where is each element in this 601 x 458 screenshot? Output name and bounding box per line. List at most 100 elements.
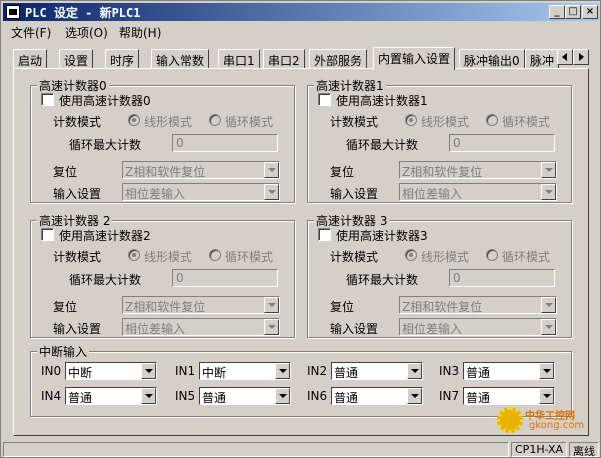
in5-value: 普通 [202,391,227,405]
gear-icon [497,407,523,433]
counter-0-linear-label: 线形模式 [144,115,193,129]
in1-label: IN1 [175,364,196,378]
chevron-down-icon[interactable] [264,162,279,178]
counter-1-count-mode-label: 计数模式 [330,115,379,129]
counter-2-linear-radio[interactable] [128,249,140,261]
in6-label: IN6 [307,389,328,403]
in0-label: IN0 [41,364,62,378]
builtin-input-panel: 高速计数器0 使用高速计数器0 计数模式 线形模式 循环模式 循环最大计数 0 … [13,68,589,436]
counter-0-reset-value: Z相和软件复位 [125,165,206,179]
tab-strip: 启动 设置 时序 输入常数 串口1 串口2 外部服务 内置输入设置 脉冲输出0 … [13,47,589,70]
maximize-button[interactable]: □ [565,5,581,19]
counter-0-count-mode-label: 计数模式 [53,115,102,129]
tab-pulse-output-1[interactable]: 脉冲 [525,49,559,69]
interrupt-input-title: 中断输入 [37,343,90,360]
counter-1-reset-select[interactable]: Z相和软件复位 [399,161,557,179]
tab-serial-port-2[interactable]: 串口2 [263,49,305,69]
counter-1-ring-max-field[interactable]: 0 [449,134,555,152]
counter-0-linear-radio[interactable] [128,114,140,126]
in2-label: IN2 [307,364,328,378]
chevron-down-icon[interactable] [539,388,554,404]
chevron-down-icon[interactable] [275,388,290,404]
chevron-down-icon[interactable] [275,363,290,379]
counter-0-ring-max-label: 循环最大计数 [69,138,142,152]
counter-3-ring-max-field[interactable]: 0 [449,269,555,287]
counter-2-enable-checkbox[interactable] [41,228,54,241]
counter-1-ring-radio[interactable] [486,114,498,126]
tab-settings[interactable]: 设置 [59,49,94,69]
menu-help[interactable]: 帮助(H) [119,24,161,41]
counter-1-reset-label: 复位 [330,165,355,179]
in5-label: IN5 [175,389,196,403]
close-button[interactable]: × [582,5,598,19]
tab-pulse-output-0[interactable]: 脉冲输出0 [459,49,525,69]
counter-1-input-select[interactable]: 相位差输入 [399,183,557,201]
tab-builtin-input[interactable]: 内置输入设置 [373,47,456,70]
tab-timing[interactable]: 时序 [105,49,140,69]
chevron-down-icon[interactable] [264,184,279,200]
title-bar[interactable]: PLC 设定 - 新PLC1 _ □ × [3,3,599,21]
counter-3-ring-radio[interactable] [486,249,498,261]
counter-1-linear-radio[interactable] [405,114,417,126]
counter-3-enable-label: 使用高速计数器3 [336,229,428,243]
tab-input-constants[interactable]: 输入常数 [151,49,210,69]
in0-select[interactable]: 中断 [65,362,157,380]
chevron-down-icon[interactable] [541,184,556,200]
in1-select[interactable]: 中断 [199,362,291,380]
counter-0-ring-radio[interactable] [209,114,221,126]
counter-0-ring-label: 循环模式 [225,115,274,129]
chevron-down-icon[interactable] [407,363,422,379]
tab-external-service[interactable]: 外部服务 [309,49,368,69]
tab-scroll [557,49,589,65]
counter-3-linear-radio[interactable] [405,249,417,261]
in6-select[interactable]: 普通 [331,387,423,405]
in2-select[interactable]: 普通 [331,362,423,380]
in7-value: 普通 [466,391,491,405]
status-bar: CP1H-XA 离线 [3,441,599,458]
counter-2-reset-value: Z相和软件复位 [125,300,206,314]
in4-select[interactable]: 普通 [65,387,157,405]
tab-scroll-right-button[interactable] [573,49,589,65]
counter-3-input-select[interactable]: 相位差输入 [399,318,557,336]
chevron-down-icon[interactable] [141,363,156,379]
tab-scroll-left-button[interactable] [557,49,573,65]
counter-3-enable-checkbox[interactable] [318,228,331,241]
counter-1-enable-checkbox[interactable] [318,93,331,106]
arrow-right-icon [579,53,584,61]
counter-2-input-select[interactable]: 相位差输入 [122,318,280,336]
in5-select[interactable]: 普通 [199,387,291,405]
counter-0-enable-checkbox[interactable] [41,93,54,106]
tab-startup[interactable]: 启动 [13,49,48,69]
counter-3-count-mode-label: 计数模式 [330,250,379,264]
counter-3-reset-select[interactable]: Z相和软件复位 [399,296,557,314]
counter-1-input-value: 相位差输入 [402,187,463,201]
counter-2-ring-max-field[interactable]: 0 [172,269,278,287]
counter-2-ring-label: 循环模式 [225,250,274,264]
in3-select[interactable]: 普通 [463,362,555,380]
status-connection: 离线 [569,442,599,458]
chevron-down-icon[interactable] [264,319,279,335]
counter-0-reset-select[interactable]: Z相和软件复位 [122,161,280,179]
chevron-down-icon[interactable] [541,319,556,335]
window-title: PLC 设定 - 新PLC1 [25,6,141,20]
menu-options[interactable]: 选项(O) [65,24,108,41]
minimize-button[interactable]: _ [549,5,565,19]
chevron-down-icon[interactable] [407,388,422,404]
menu-file[interactable]: 文件(F) [11,24,51,41]
chevron-down-icon[interactable] [539,363,554,379]
counter-3-input-label: 输入设置 [330,322,379,336]
counter-2-reset-select[interactable]: Z相和软件复位 [122,296,280,314]
counter-0-input-select[interactable]: 相位差输入 [122,183,280,201]
plc-settings-window: PLC 设定 - 新PLC1 _ □ × 文件(F) 选项(O) 帮助(H) 启… [0,0,601,458]
status-main [3,442,509,457]
chevron-down-icon[interactable] [141,388,156,404]
chevron-down-icon[interactable] [541,297,556,313]
in6-value: 普通 [334,391,359,405]
chevron-down-icon[interactable] [541,162,556,178]
counter-2-ring-radio[interactable] [209,249,221,261]
tab-serial-port-1[interactable]: 串口1 [218,49,260,69]
app-icon [6,5,20,19]
in4-value: 普通 [68,391,93,405]
chevron-down-icon[interactable] [264,297,279,313]
counter-0-ring-max-field[interactable]: 0 [172,134,278,152]
